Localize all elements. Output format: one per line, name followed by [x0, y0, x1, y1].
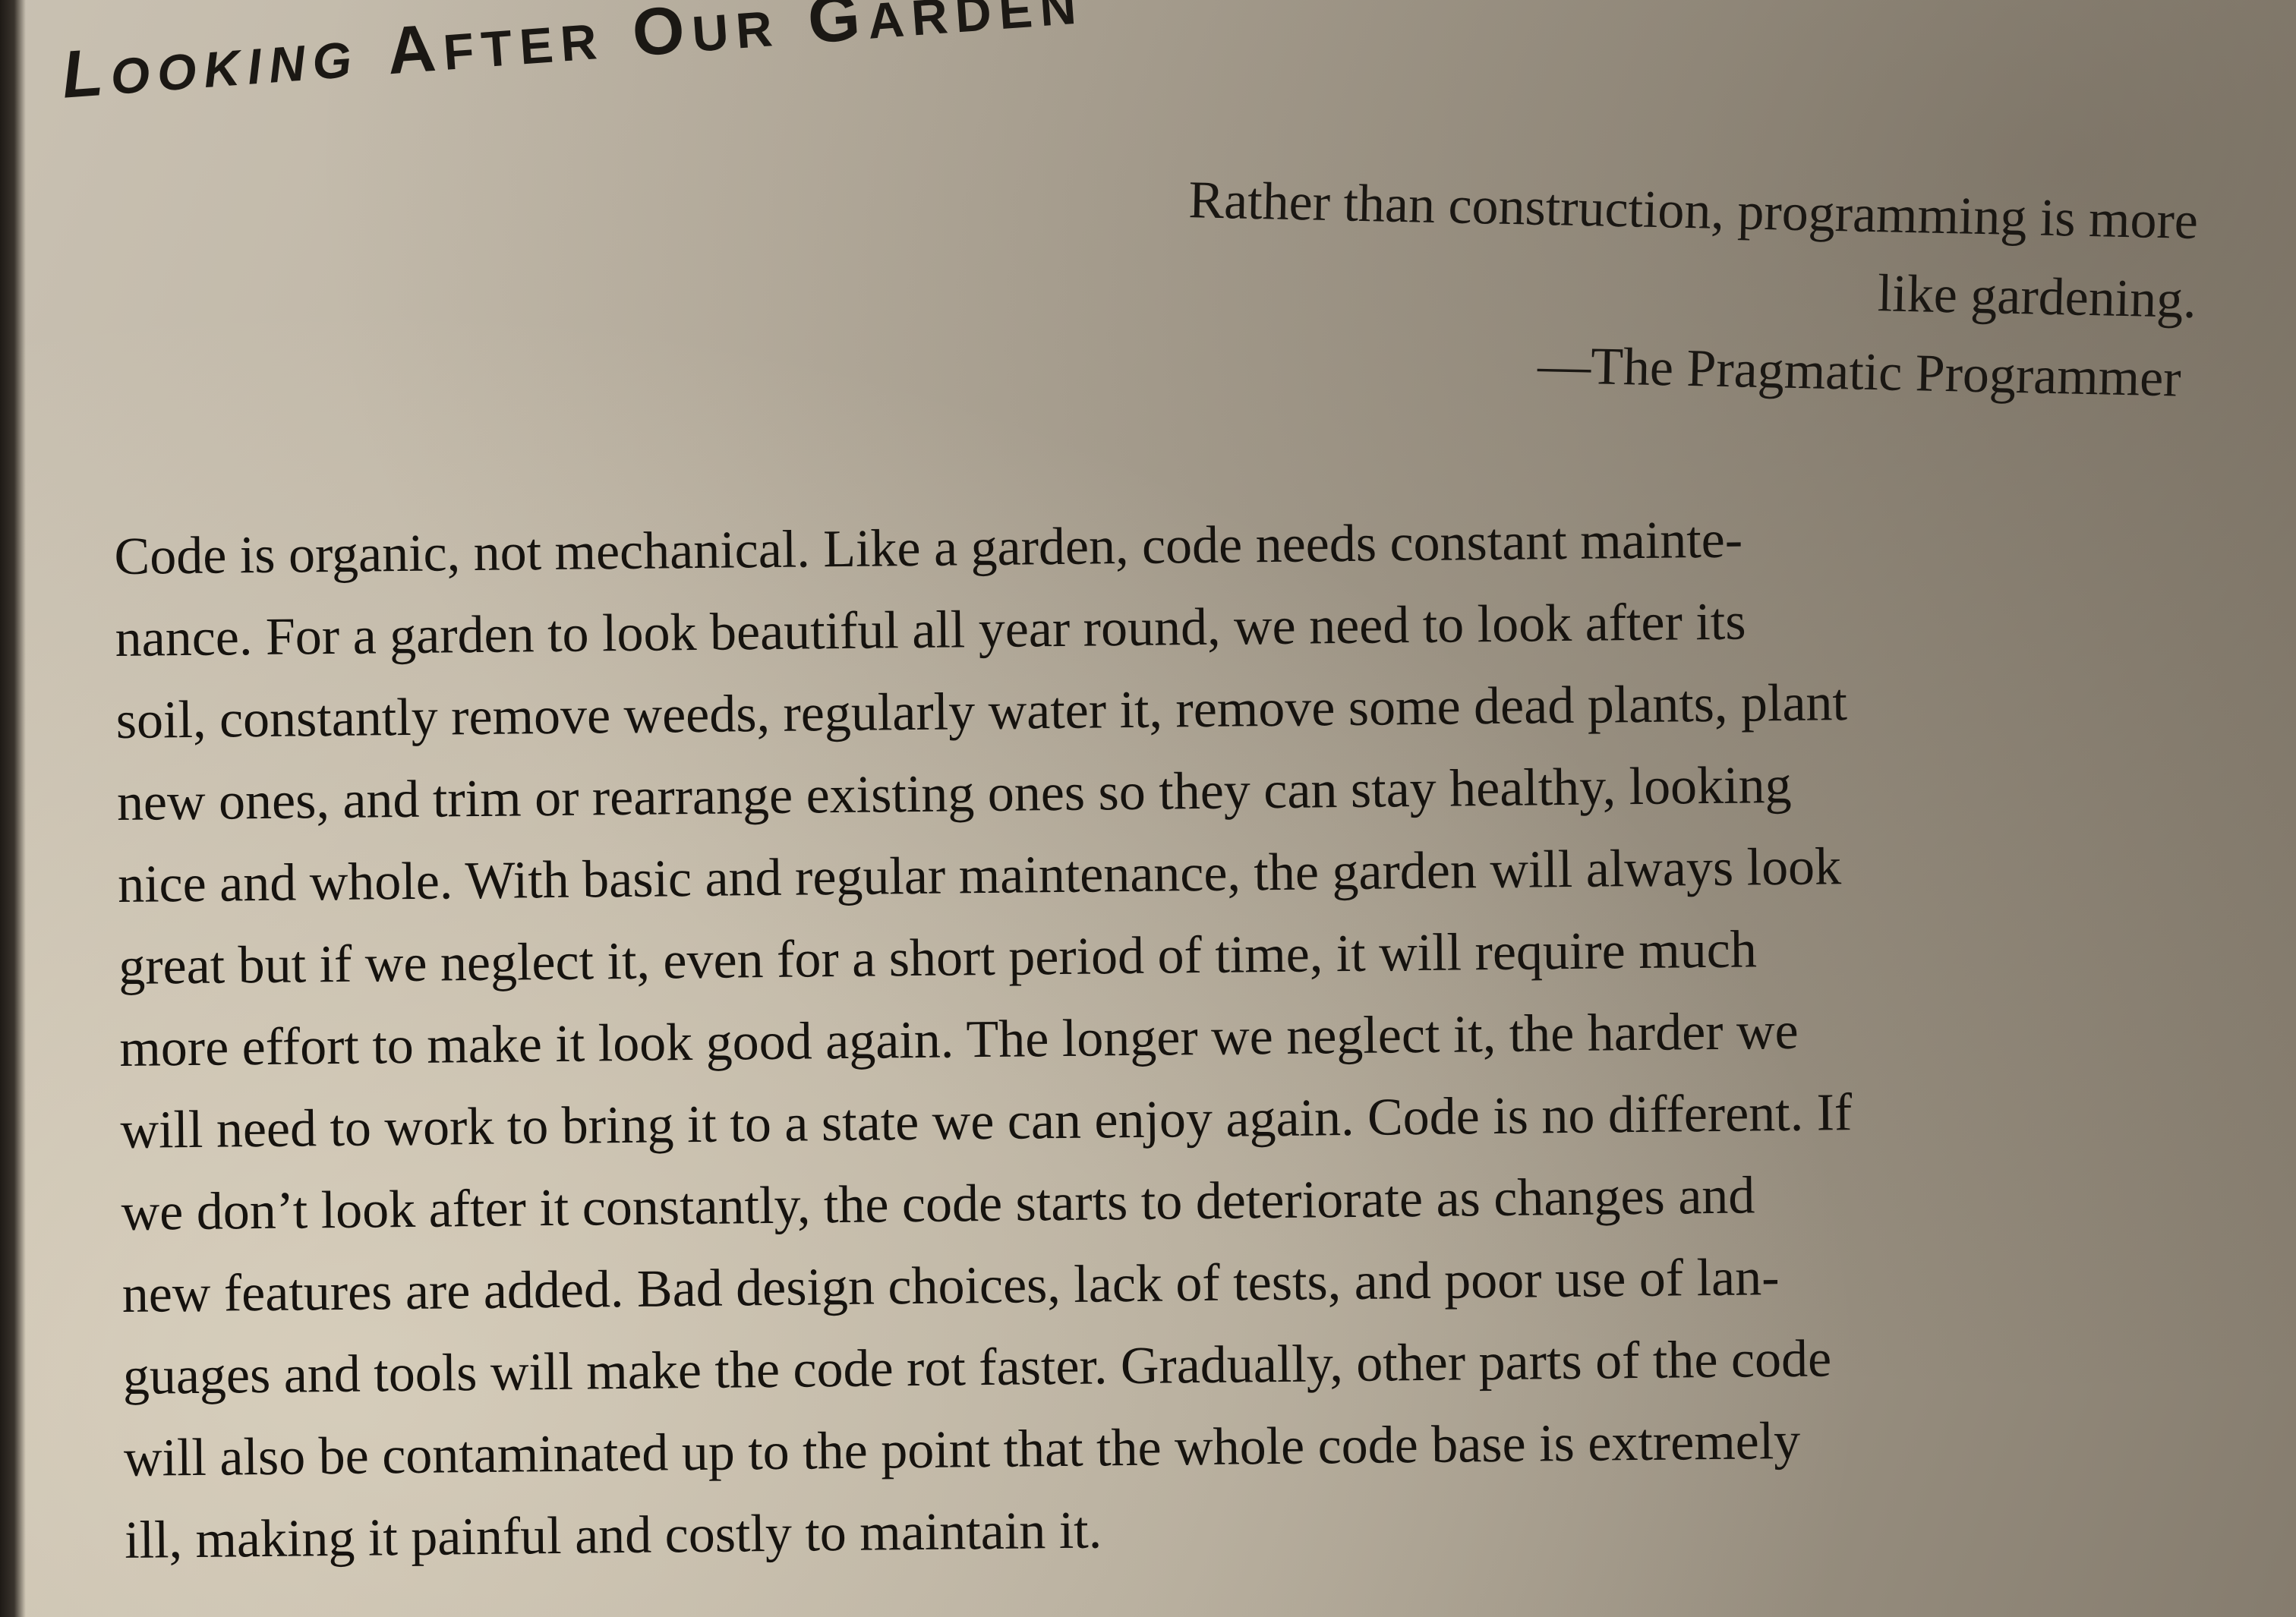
book-page: LOOKING AFTER OUR GARDEN Rather than constr… [0, 0, 2296, 1617]
heading-word: GARDEN [805, 0, 1086, 58]
epigraph-quote: Rather than construction, programming is… [904, 155, 2199, 419]
heading-word: OUR [629, 0, 782, 71]
heading-word: LOOKING [59, 30, 361, 112]
page-gutter-shadow [0, 0, 26, 1617]
heading-word: AFTER [384, 9, 607, 89]
body-paragraph: Code is organic, not mechanical. Like a … [114, 495, 2190, 1582]
